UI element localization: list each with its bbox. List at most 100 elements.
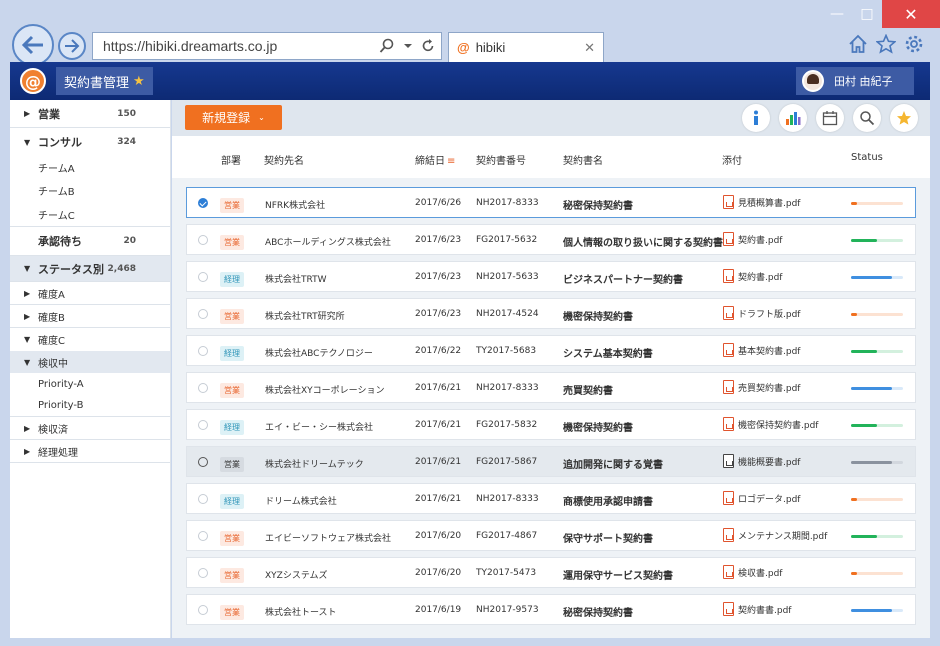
attachment-link[interactable]: 売買契約書.pdf — [723, 380, 800, 394]
favorite-star-icon[interactable]: ★ — [133, 74, 145, 89]
info-icon[interactable] — [742, 104, 770, 132]
attachment-link[interactable]: メンテナンス期間.pdf — [723, 528, 827, 542]
pdf-icon — [723, 454, 734, 468]
attachment-link[interactable]: 契約書.pdf — [723, 232, 782, 246]
contract-title[interactable]: 個人情報の取り扱いに関する契約書 — [563, 234, 723, 249]
attachment-link[interactable]: 契約書書.pdf — [723, 602, 791, 616]
favorites-icon[interactable] — [876, 34, 896, 54]
contract-title[interactable]: 秘密保持契約書 — [563, 197, 633, 212]
contract-title[interactable]: 追加開発に関する覚書 — [563, 456, 663, 471]
pdf-icon — [723, 306, 734, 320]
maximize-icon[interactable]: □ — [852, 0, 882, 28]
search-icon[interactable] — [379, 38, 395, 54]
row-select-radio[interactable] — [198, 309, 208, 319]
row-select-radio[interactable] — [198, 605, 208, 615]
calendar-icon[interactable] — [816, 104, 844, 132]
table-row[interactable]: 営業 株式会社TRT研究所 2017/6/23 NH2017-4524 機密保持契約書 ド… — [186, 298, 916, 329]
attachment-link[interactable]: 見積概算書.pdf — [723, 195, 800, 209]
sidebar-item-team-c[interactable]: チームC — [10, 202, 170, 227]
status-progress-fill — [851, 609, 892, 612]
new-registration-button[interactable]: 新規登録 ⌄ — [185, 105, 282, 130]
header-date[interactable]: 締結日 ≡ — [415, 152, 455, 167]
header-dept[interactable]: 部署 — [221, 152, 241, 167]
toolbar: 新規登録 ⌄ — [172, 100, 930, 136]
sidebar-item-consulting[interactable]: ▼ コンサル 324 — [10, 128, 170, 156]
sidebar-item-pending-approval[interactable]: 承認待ち 20 — [10, 227, 170, 256]
forward-button[interactable] — [58, 32, 86, 60]
sidebar-item-accounting[interactable]: ▶ 経理処理 — [10, 440, 170, 463]
sidebar-item-inspected[interactable]: ▶ 検収済 — [10, 417, 170, 440]
app-name-menu[interactable]: 契約書管理 ★ — [56, 67, 153, 95]
table-row[interactable]: 営業 株式会社XYコーポレーション 2017/6/21 NH2017-8333 売買契約… — [186, 372, 916, 403]
header-company[interactable]: 契約先名 — [264, 152, 304, 167]
row-select-radio[interactable] — [198, 494, 208, 504]
dropdown-icon[interactable] — [403, 38, 413, 54]
header-title[interactable]: 契約書名 — [563, 152, 603, 167]
home-icon[interactable] — [848, 34, 868, 54]
user-menu[interactable]: 田村 由紀子 — [796, 67, 914, 95]
contract-title[interactable]: 機密保持契約書 — [563, 308, 633, 323]
row-select-radio[interactable] — [198, 272, 208, 282]
table-row[interactable]: 営業 NFRK株式会社 2017/6/26 NH2017-8333 秘密保持契約書 見積概… — [186, 187, 916, 218]
sidebar-item-team-b[interactable]: チームB — [10, 179, 170, 202]
sidebar-item-sales[interactable]: ▶ 営業 150 — [10, 100, 170, 128]
contract-title[interactable]: 売買契約書 — [563, 382, 613, 397]
table-row[interactable]: 営業 株式会社トースト 2017/6/19 NH2017-9573 秘密保持契約書 契約書… — [186, 594, 916, 625]
table-row[interactable]: 経理 ドリーム株式会社 2017/6/21 NH2017-8333 商標使用承認申請書 ロ… — [186, 483, 916, 514]
settings-icon[interactable] — [904, 34, 924, 54]
table-row[interactable]: 営業 XYZシステムズ 2017/6/20 TY2017-5473 運用保守サービス契約… — [186, 557, 916, 588]
attachment-link[interactable]: 機密保持契約書.pdf — [723, 417, 818, 431]
header-status[interactable]: Status — [851, 152, 883, 163]
contract-title[interactable]: ビジネスパートナー契約書 — [563, 271, 683, 286]
search-icon[interactable] — [853, 104, 881, 132]
row-select-radio[interactable] — [198, 198, 208, 208]
window-controls: — □ ✕ — [822, 0, 940, 28]
contract-title[interactable]: 機密保持契約書 — [563, 419, 633, 434]
row-select-radio[interactable] — [198, 420, 208, 430]
row-select-radio[interactable] — [198, 568, 208, 578]
back-button[interactable] — [12, 24, 54, 66]
contract-title[interactable]: 保守サポート契約書 — [563, 530, 653, 545]
contract-title[interactable]: 秘密保持契約書 — [563, 604, 633, 619]
header-attachment[interactable]: 添付 — [722, 152, 742, 167]
contract-title[interactable]: 商標使用承認申請書 — [563, 493, 653, 508]
attachment-link[interactable]: 検収書.pdf — [723, 565, 782, 579]
attachment-link[interactable]: 契約書.pdf — [723, 269, 782, 283]
close-window-icon[interactable]: ✕ — [882, 0, 940, 28]
refresh-icon[interactable] — [421, 38, 435, 54]
row-select-radio[interactable] — [198, 346, 208, 356]
attachment-link[interactable]: ドラフト版.pdf — [723, 306, 800, 320]
sidebar-item-priority-a[interactable]: Priority-A — [10, 373, 170, 395]
chart-icon[interactable] — [779, 104, 807, 132]
sidebar-item-probability-a[interactable]: ▶ 確度A — [10, 282, 170, 305]
row-select-radio[interactable] — [198, 383, 208, 393]
attachment-link[interactable]: 基本契約書.pdf — [723, 343, 800, 357]
row-select-radio[interactable] — [198, 457, 208, 467]
table-row[interactable]: 経理 株式会社ABCテクノロジー 2017/6/22 TY2017-5683 システム基… — [186, 335, 916, 366]
sidebar-item-inspection-in-progress[interactable]: ▼ 検収中 — [10, 351, 170, 373]
sidebar-item-probability-c[interactable]: ▼ 確度C — [10, 328, 170, 351]
header-number[interactable]: 契約書番号 — [476, 152, 526, 167]
table-row[interactable]: 営業 ABCホールディングス株式会社 2017/6/23 FG2017-5632 個人情… — [186, 224, 916, 255]
sidebar-item-priority-b[interactable]: Priority-B — [10, 395, 170, 417]
row-select-radio[interactable] — [198, 235, 208, 245]
minimize-icon[interactable]: — — [822, 0, 852, 28]
contract-title[interactable]: 運用保守サービス契約書 — [563, 567, 673, 582]
app-logo[interactable]: @ — [20, 68, 46, 94]
browser-tab[interactable]: @ hibiki ✕ — [448, 32, 604, 62]
sidebar-item-by-status[interactable]: ▼ ステータス別 2,468 — [10, 256, 170, 282]
row-select-radio[interactable] — [198, 531, 208, 541]
star-icon[interactable] — [890, 104, 918, 132]
table-row[interactable]: 営業 エイビーソフトウェア株式会社 2017/6/20 FG2017-4867 保守サポ… — [186, 520, 916, 551]
contract-title[interactable]: システム基本契約書 — [563, 345, 653, 360]
sidebar-item-team-a[interactable]: チームA — [10, 156, 170, 179]
attachment-link[interactable]: 機能概要書.pdf — [723, 454, 800, 468]
pdf-icon — [723, 195, 734, 209]
tab-close-icon[interactable]: ✕ — [584, 40, 595, 56]
table-row[interactable]: 経理 エイ・ビー・シー株式会社 2017/6/21 FG2017-5832 機密保持契約… — [186, 409, 916, 440]
address-bar[interactable]: https://hibiki.dreamarts.co.jp — [92, 32, 442, 60]
table-row[interactable]: 経理 株式会社TRTW 2017/6/23 NH2017-5633 ビジネスパートナー契… — [186, 261, 916, 292]
table-row[interactable]: 営業 株式会社ドリームテック 2017/6/21 FG2017-5867 追加開発に関す… — [186, 446, 916, 477]
sidebar-item-probability-b[interactable]: ▶ 確度B — [10, 305, 170, 328]
attachment-link[interactable]: ロゴデータ.pdf — [723, 491, 800, 505]
